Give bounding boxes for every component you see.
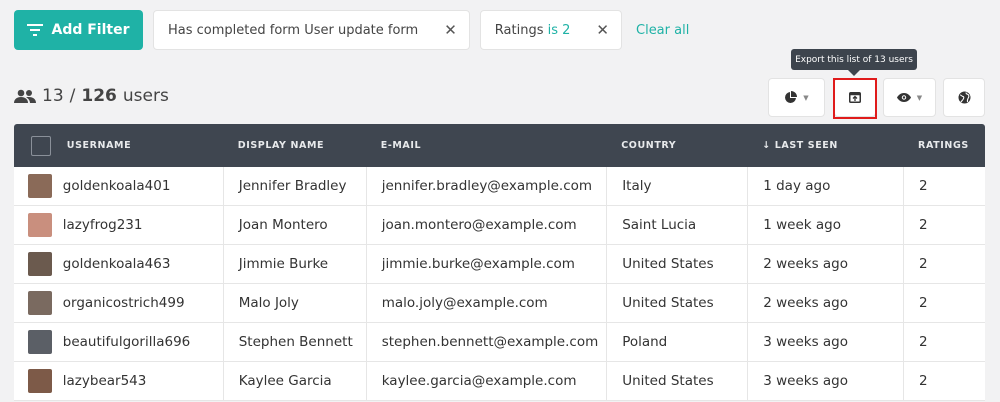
filter-chip-form[interactable]: Has completed form User update form ✕	[153, 10, 470, 50]
export-button-highlight	[833, 78, 877, 119]
users-icon	[14, 89, 36, 103]
filter-operator: is 2	[547, 22, 571, 38]
rating: 2	[903, 323, 985, 361]
username: goldenkoala401	[62, 178, 171, 194]
rating: 2	[903, 206, 985, 244]
username: lazyfrog231	[62, 217, 143, 233]
display-name: Jennifer Bradley	[222, 167, 366, 205]
last-seen: 3 weeks ago	[747, 323, 903, 361]
add-filter-label: Add Filter	[51, 22, 130, 38]
filter-chip-ratings-text: Ratings is 2	[481, 23, 585, 38]
email: jimmie.burke@example.com	[365, 245, 606, 283]
chevron-down-icon: ▼	[916, 93, 923, 102]
avatar	[27, 369, 52, 393]
visibility-button[interactable]: ▼	[883, 78, 936, 117]
avatar	[27, 213, 52, 237]
users-table: USERNAME DISPLAY NAME E-MAIL COUNTRY ↓ L…	[14, 124, 985, 401]
filter-icon	[27, 24, 44, 36]
table-row[interactable]: organicostrich499 Malo Joly malo.joly@ex…	[14, 284, 985, 323]
total-count: 126	[81, 86, 117, 106]
email: malo.joly@example.com	[365, 284, 606, 322]
country: Poland	[606, 323, 747, 361]
column-email[interactable]: E-MAIL	[366, 124, 606, 167]
count-unit: users	[122, 86, 169, 106]
email: stephen.bennett@example.com	[365, 323, 606, 361]
table-row[interactable]: lazybear543 Kaylee Garcia kaylee.garcia@…	[14, 362, 985, 401]
header-username: USERNAME	[66, 140, 132, 151]
country: United States	[606, 245, 747, 283]
column-ratings[interactable]: RATINGS	[903, 124, 985, 167]
username: goldenkoala463	[62, 256, 171, 272]
last-seen: 2 weeks ago	[747, 284, 903, 322]
close-icon[interactable]: ✕	[432, 21, 469, 39]
display-name: Kaylee Garcia	[222, 362, 366, 400]
filter-bar: Add Filter Has completed form User updat…	[14, 10, 689, 50]
country: United States	[606, 284, 747, 322]
pie-chart-icon	[785, 91, 798, 103]
shown-count: 13	[42, 86, 64, 106]
table-row[interactable]: lazyfrog231 Joan Montero joan.montero@ex…	[14, 206, 985, 245]
add-filter-button[interactable]: Add Filter	[14, 10, 143, 50]
country: Italy	[606, 167, 747, 205]
avatar	[27, 252, 52, 276]
select-all-checkbox[interactable]	[30, 135, 51, 156]
avatar	[27, 291, 52, 315]
avatar	[27, 330, 52, 354]
filter-chip-ratings[interactable]: Ratings is 2 ✕	[479, 10, 622, 50]
table-header: USERNAME DISPLAY NAME E-MAIL COUNTRY ↓ L…	[14, 124, 985, 167]
last-seen: 3 weeks ago	[747, 362, 903, 400]
export-tooltip: Export this list of 13 users	[791, 49, 917, 76]
filter-chip-form-text: Has completed form User update form	[168, 22, 419, 38]
email: kaylee.garcia@example.com	[365, 362, 606, 400]
filter-field: Ratings	[494, 22, 544, 38]
display-name: Joan Montero	[222, 206, 366, 244]
country: Saint Lucia	[606, 206, 747, 244]
table-row[interactable]: goldenkoala401 Jennifer Bradley jennifer…	[14, 167, 985, 206]
rating: 2	[903, 167, 985, 205]
eye-icon	[896, 93, 911, 102]
table-row[interactable]: goldenkoala463 Jimmie Burke jimmie.burke…	[14, 245, 985, 284]
display-name: Malo Joly	[222, 284, 366, 322]
user-count: 13 / 126 users	[14, 86, 169, 106]
rating: 2	[903, 284, 985, 322]
display-name: Jimmie Burke	[222, 245, 366, 283]
column-display-name[interactable]: DISPLAY NAME	[223, 124, 366, 167]
avatar	[27, 174, 52, 198]
column-last-seen[interactable]: ↓ LAST SEEN	[747, 124, 903, 167]
column-country[interactable]: COUNTRY	[606, 124, 747, 167]
clear-all-link[interactable]: Clear all	[636, 23, 689, 38]
email: joan.montero@example.com	[365, 206, 606, 244]
chevron-down-icon: ▼	[803, 93, 809, 102]
last-seen: 1 week ago	[747, 206, 903, 244]
count-separator: /	[69, 86, 76, 106]
display-name: Stephen Bennett	[222, 323, 366, 361]
table-row[interactable]: beautifulgorilla696 Stephen Bennett step…	[14, 323, 985, 362]
column-username[interactable]: USERNAME	[28, 124, 223, 167]
rating: 2	[903, 362, 985, 400]
rating: 2	[903, 245, 985, 283]
username: lazybear543	[62, 373, 147, 389]
username: organicostrich499	[62, 295, 185, 311]
close-icon[interactable]: ✕	[584, 21, 621, 39]
username: beautifulgorilla696	[62, 334, 191, 350]
last-seen: 1 day ago	[747, 167, 903, 205]
last-seen: 2 weeks ago	[747, 245, 903, 283]
globe-icon	[958, 91, 970, 104]
globe-button[interactable]	[943, 78, 985, 117]
chart-view-button[interactable]: ▼	[768, 78, 825, 117]
country: United States	[606, 362, 747, 400]
email: jennifer.bradley@example.com	[365, 167, 606, 205]
